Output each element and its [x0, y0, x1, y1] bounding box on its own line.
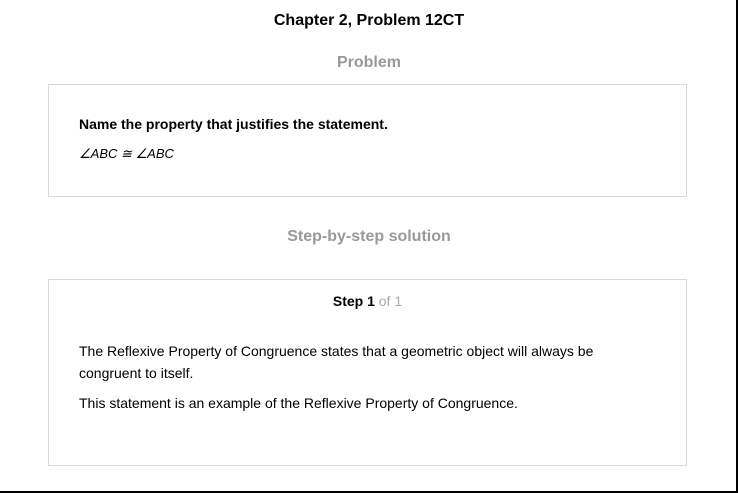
problem-prompt: Name the property that justifies the sta…: [79, 116, 388, 132]
problem-heading: Problem: [336, 54, 401, 71]
solution-paragraph: The Reflexive Property of Congruence sta…: [79, 343, 594, 381]
step-label: Step 1: [332, 293, 375, 309]
solution-card: Step 1 of 1 The Reflexive Property of Co…: [48, 279, 687, 466]
page-title: Chapter 2, Problem 12CT: [273, 12, 465, 29]
problem-statement: ∠ABC ≅ ∠ABC: [79, 146, 174, 161]
step-header: Step 1 of 1: [49, 293, 686, 309]
solution-heading: Step-by-step solution: [287, 228, 451, 245]
solution-paragraph: This statement is an example of the Refl…: [79, 395, 518, 411]
step-count: of 1: [374, 293, 403, 309]
problem-card: Name the property that justifies the sta…: [48, 84, 687, 197]
